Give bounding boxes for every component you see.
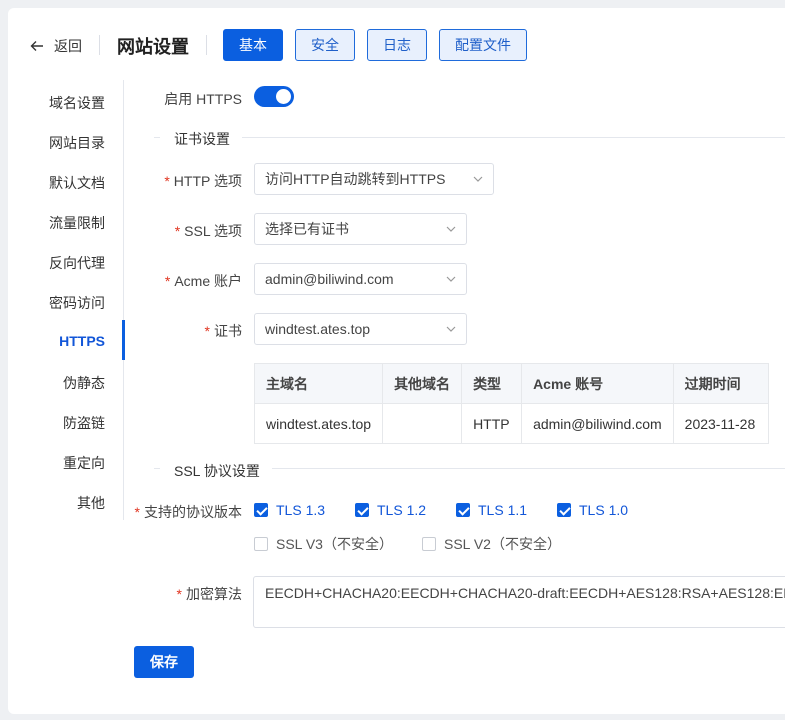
- sidebar-item-other[interactable]: 其他: [77, 493, 105, 513]
- certificate-table: 主域名 其他域名 类型 Acme 账号 过期时间 windtest.ates.t…: [253, 363, 769, 444]
- ssl-option-label-text: SSL 选项: [184, 223, 242, 239]
- header-divider: [99, 35, 100, 55]
- required-mark: *: [174, 223, 181, 239]
- checkbox-box: [254, 503, 268, 517]
- sidebar-active-indicator: [122, 320, 125, 360]
- divider-gap: [134, 468, 154, 469]
- sslv3-checkbox[interactable]: SSL V3（不安全）: [254, 534, 393, 554]
- sidebar-item-https[interactable]: HTTPS: [59, 333, 105, 349]
- sidebar-item-redirect[interactable]: 重定向: [63, 453, 105, 473]
- ciphers-textarea[interactable]: EECDH+CHACHA20:EECDH+CHACHA20-draft:EECD…: [253, 576, 785, 628]
- cell-acme-account: admin@biliwind.com: [521, 403, 674, 444]
- tls10-checkbox[interactable]: TLS 1.0: [557, 502, 628, 518]
- acme-account-label-text: Acme 账户: [174, 273, 242, 289]
- sidebar-divider: [123, 80, 124, 520]
- col-acme-account: Acme 账号: [521, 363, 674, 404]
- checkbox-box: [456, 503, 470, 517]
- checkbox-box: [254, 537, 268, 551]
- sidebar-item-rewrite[interactable]: 伪静态: [63, 373, 105, 393]
- http-option-select[interactable]: 访问HTTP自动跳转到HTTPS: [254, 163, 494, 195]
- cert-section-title: 证书设置: [160, 129, 242, 149]
- col-expiry: 过期时间: [672, 363, 769, 404]
- acme-account-label: * Acme 账户: [165, 271, 242, 291]
- http-option-label: * HTTP 选项: [164, 171, 242, 191]
- required-mark: *: [164, 173, 170, 189]
- http-option-value: 访问HTTP自动跳转到HTTPS: [265, 171, 446, 187]
- sidebar-item-reverse-proxy[interactable]: 反向代理: [49, 253, 105, 273]
- arrow-left-icon: [30, 41, 43, 51]
- certificate-value: windtest.ates.top: [265, 321, 371, 337]
- tls12-checkbox[interactable]: TLS 1.2: [355, 502, 426, 518]
- ciphers-label: * 加密算法: [177, 584, 242, 604]
- acme-account-value: admin@biliwind.com: [265, 271, 394, 287]
- sslv3-label: SSL V3（不安全）: [276, 536, 393, 552]
- tls10-label: TLS 1.0: [579, 502, 629, 518]
- sidebar-item-traffic-limit[interactable]: 流量限制: [49, 213, 105, 233]
- sidebar-item-site-dir[interactable]: 网站目录: [49, 133, 105, 153]
- back-button[interactable]: 返回: [30, 36, 82, 56]
- protocols-label-text: 支持的协议版本: [144, 504, 242, 520]
- sidebar-item-hotlink[interactable]: 防盗链: [63, 413, 105, 433]
- required-mark: *: [164, 273, 171, 289]
- back-label: 返回: [54, 38, 82, 54]
- toggle-knob: [276, 89, 291, 104]
- chevron-down-icon: [473, 176, 483, 182]
- header-divider: [206, 35, 207, 55]
- chevron-down-icon: [446, 226, 456, 232]
- cell-type: HTTP: [461, 403, 523, 444]
- enable-https-label: 启用 HTTPS: [164, 91, 242, 107]
- http-option-label-text: HTTP 选项: [173, 173, 242, 189]
- acme-account-select[interactable]: admin@biliwind.com: [254, 263, 467, 295]
- col-other-domains: 其他域名: [382, 363, 463, 404]
- tab-logs[interactable]: 日志: [367, 29, 427, 61]
- ssl-option-label: * SSL 选项: [175, 221, 242, 241]
- tab-security[interactable]: 安全: [295, 29, 355, 61]
- sslv2-label: SSL V2（不安全）: [444, 536, 561, 552]
- sslv2-checkbox[interactable]: SSL V2（不安全）: [422, 534, 561, 554]
- enable-https-toggle[interactable]: [254, 86, 294, 107]
- tls13-checkbox[interactable]: TLS 1.3: [254, 502, 325, 518]
- protocols-label: * 支持的协议版本: [135, 502, 242, 522]
- checkbox-box: [355, 503, 369, 517]
- required-mark: *: [176, 586, 182, 602]
- table-row: windtest.ates.top HTTP admin@biliwind.co…: [253, 403, 769, 444]
- divider-gap: [134, 137, 154, 138]
- checkbox-box: [422, 537, 436, 551]
- required-mark: *: [204, 323, 210, 339]
- ssl-option-select[interactable]: 选择已有证书: [254, 213, 467, 245]
- tab-config-file[interactable]: 配置文件: [439, 29, 527, 61]
- tls11-label: TLS 1.1: [478, 502, 528, 518]
- certificate-label-text: 证书: [214, 323, 242, 339]
- chevron-down-icon: [446, 326, 456, 332]
- required-mark: *: [134, 504, 140, 520]
- sidebar-item-domain[interactable]: 域名设置: [49, 93, 105, 113]
- tls12-label: TLS 1.2: [377, 502, 427, 518]
- cell-main-domain: windtest.ates.top: [253, 403, 384, 444]
- chevron-down-icon: [446, 276, 456, 282]
- ssl-section-title: SSL 协议设置: [160, 461, 272, 481]
- ciphers-label-text: 加密算法: [186, 586, 242, 602]
- tab-basic[interactable]: 基本: [223, 29, 283, 61]
- sidebar-item-password-access[interactable]: 密码访问: [49, 293, 105, 313]
- certificate-select[interactable]: windtest.ates.top: [254, 313, 467, 345]
- page-title: 网站设置: [117, 37, 189, 57]
- col-type: 类型: [461, 363, 523, 404]
- cell-other-domains: [382, 403, 463, 444]
- certificate-label: * 证书: [205, 321, 242, 341]
- tls13-label: TLS 1.3: [276, 502, 326, 518]
- ssl-option-value: 选择已有证书: [265, 221, 349, 237]
- tls11-checkbox[interactable]: TLS 1.1: [456, 502, 527, 518]
- save-button[interactable]: 保存: [134, 646, 194, 678]
- checkbox-box: [557, 503, 571, 517]
- table-header-row: 主域名 其他域名 类型 Acme 账号 过期时间: [253, 363, 769, 404]
- cell-expiry: 2023-11-28: [672, 403, 769, 444]
- col-main-domain: 主域名: [253, 363, 384, 404]
- sidebar-item-default-doc[interactable]: 默认文档: [49, 173, 105, 193]
